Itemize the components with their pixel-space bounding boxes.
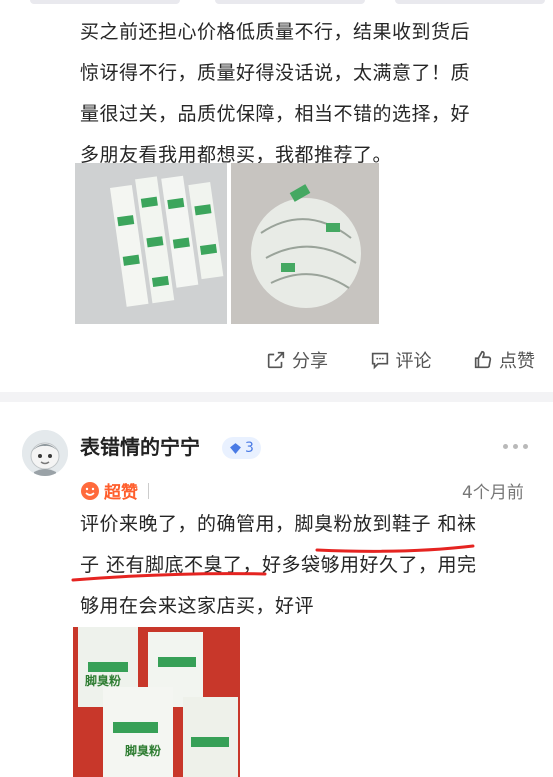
review-photo[interactable]	[75, 163, 227, 324]
review-time: 4个月前	[462, 483, 524, 503]
level-badge: 3	[222, 437, 261, 459]
level-value: 3	[245, 440, 254, 456]
review-line: 惊讶得不行，质量好得没话说，太满意了！质	[80, 62, 471, 84]
sachet-pile-image	[231, 163, 379, 324]
rating: 超赞	[80, 478, 149, 503]
comment-label: 评论	[395, 351, 432, 372]
like-label: 点赞	[499, 351, 535, 372]
rating-separator	[148, 482, 149, 499]
comment-icon	[371, 352, 388, 370]
section-divider	[0, 392, 553, 402]
smile-icon	[81, 481, 99, 500]
rating-label: 超赞	[104, 483, 138, 503]
review-photos	[75, 163, 379, 324]
review-line: 够用在会来这家店买，好评	[80, 595, 315, 617]
review-photo[interactable]: 脚臭粉 脚臭粉	[73, 627, 240, 777]
review-line: 买之前还担心价格低质量不行，结果收到货后	[80, 21, 471, 43]
sachet-label: 脚臭粉	[125, 743, 161, 758]
avatar-image	[22, 430, 68, 476]
comment-button[interactable]: 评论	[369, 347, 432, 373]
share-button[interactable]: 分享	[265, 347, 328, 373]
review-line: 量很过关，品质优保障，相当不错的选择，好	[80, 103, 471, 125]
avatar[interactable]	[22, 430, 68, 476]
top-chip	[215, 0, 365, 4]
top-chip	[395, 0, 545, 4]
like-icon	[474, 350, 492, 369]
review-photo[interactable]	[231, 163, 379, 324]
product-sachets-image: 脚臭粉 脚臭粉	[73, 627, 240, 777]
share-label: 分享	[292, 351, 328, 372]
sachet-label: 脚臭粉	[85, 673, 121, 688]
review-actions: 分享 评论 点赞	[265, 343, 535, 377]
diamond-icon	[230, 442, 241, 454]
share-icon	[267, 351, 285, 369]
like-button[interactable]: 点赞	[472, 347, 535, 373]
username[interactable]: 表错情的宁宁	[80, 431, 200, 460]
sachet-fan-image	[75, 163, 227, 324]
top-edge	[0, 0, 553, 6]
top-chip	[30, 0, 180, 4]
review-text: 买之前还担心价格低质量不行，结果收到货后 惊讶得不行，质量好得没话说，太满意了！…	[80, 12, 530, 176]
red-highlight-marks	[71, 544, 475, 582]
more-icon[interactable]	[503, 444, 528, 449]
